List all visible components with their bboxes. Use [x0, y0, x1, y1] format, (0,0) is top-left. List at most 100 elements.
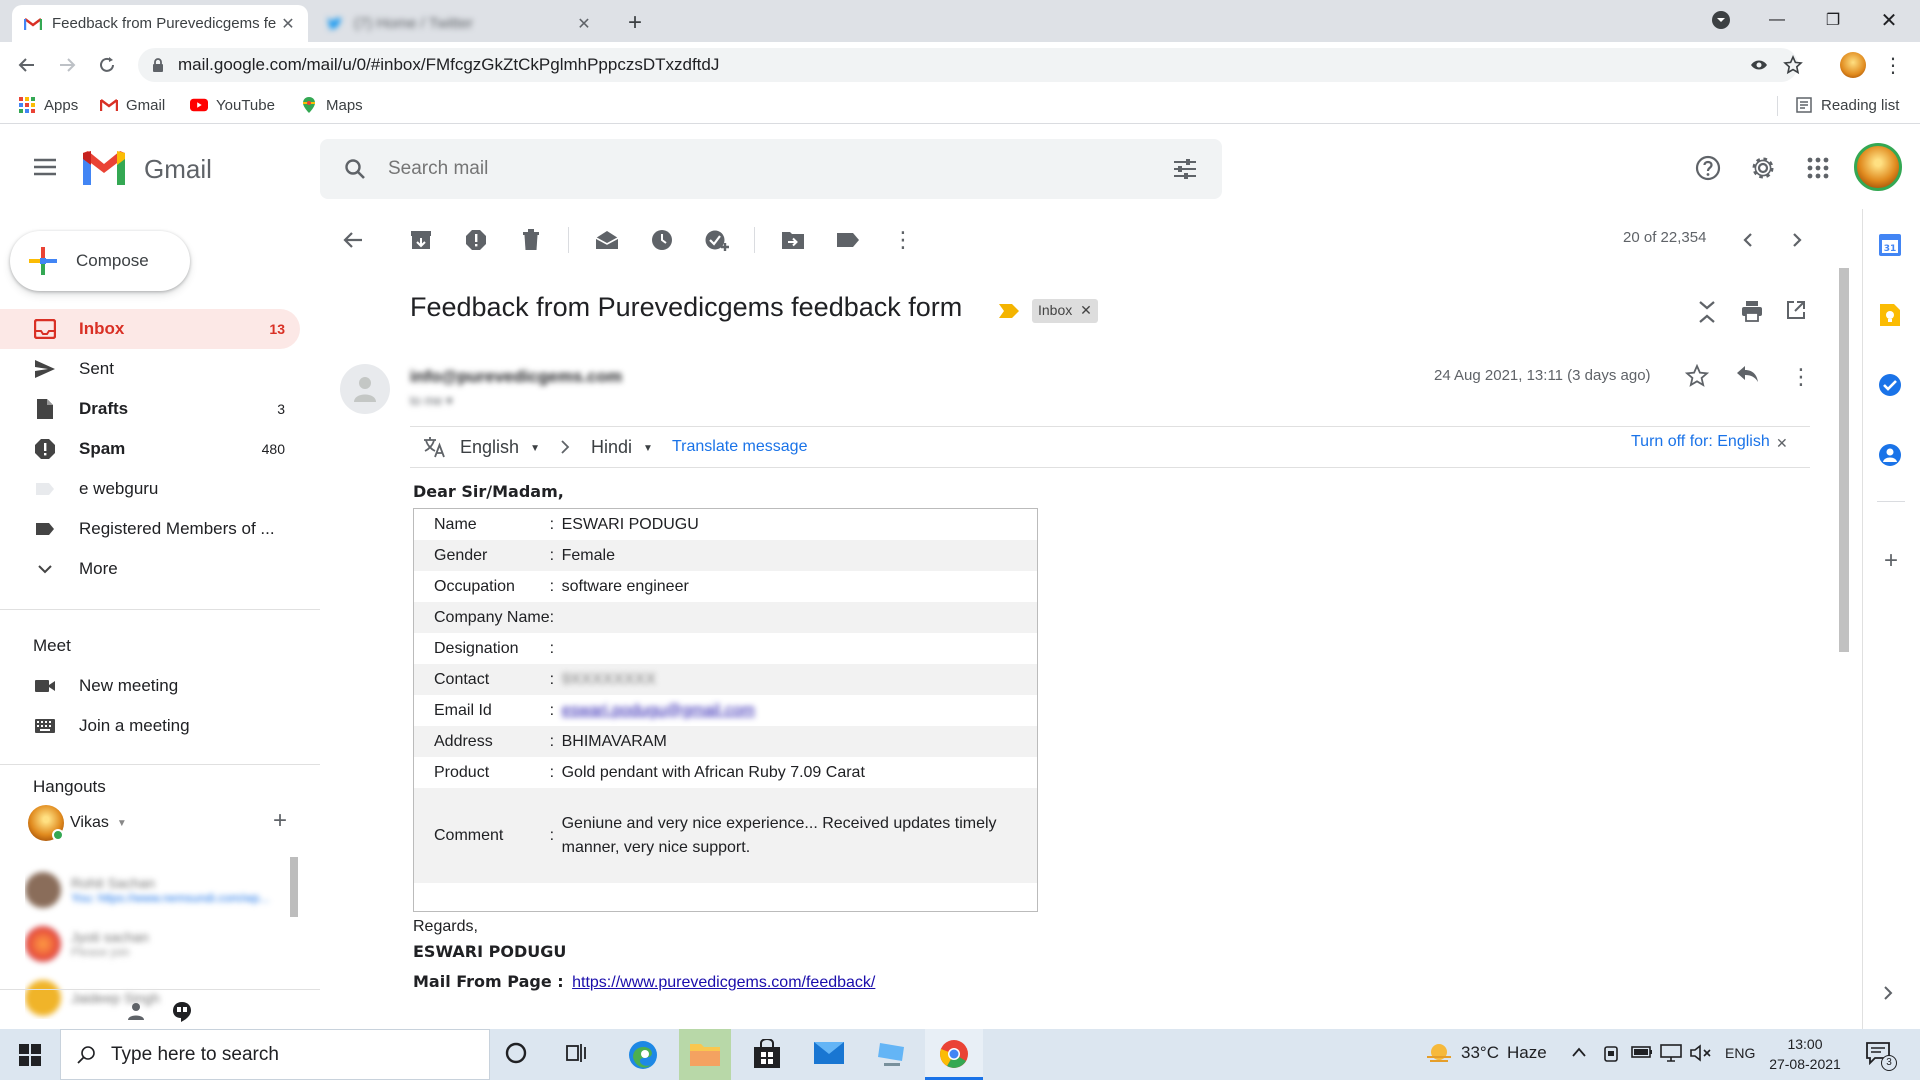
main-menu-button[interactable] — [28, 153, 62, 181]
target-language-select[interactable]: Hindi ▼ — [591, 437, 653, 458]
hangouts-contact[interactable]: Rohit Sachan You: https://www.nemsundi.c… — [25, 867, 295, 913]
print-button[interactable] — [1741, 300, 1765, 324]
remove-label-icon[interactable]: ✕ — [1080, 302, 1092, 318]
importance-marker-icon[interactable] — [998, 303, 1020, 319]
search-input[interactable] — [388, 158, 1148, 180]
message-more-button[interactable]: ⋮ — [1790, 364, 1812, 390]
hangouts-contact[interactable]: Jaideep Singh — [25, 975, 295, 1019]
taskbar-search-box[interactable]: Type here to search — [60, 1029, 490, 1080]
report-spam-button[interactable] — [461, 225, 491, 255]
taskbar-chrome[interactable] — [925, 1029, 983, 1080]
weather-widget[interactable]: 33°C Haze — [1425, 1041, 1547, 1065]
snooze-button[interactable] — [647, 225, 677, 255]
turn-off-translate-link[interactable]: Turn off for: English — [1631, 433, 1770, 451]
expand-all-button[interactable] — [1697, 300, 1721, 324]
taskbar-app[interactable] — [876, 1039, 910, 1071]
close-translate-icon[interactable]: ✕ — [1776, 435, 1788, 452]
search-options-icon[interactable] — [1172, 157, 1198, 181]
clock[interactable]: 13:00 27-08-2021 — [1765, 1034, 1845, 1074]
meet-new-meeting[interactable]: New meeting — [0, 666, 300, 706]
google-apps-button[interactable] — [1803, 153, 1833, 183]
translate-message-link[interactable]: Translate message — [672, 438, 807, 456]
open-new-window-button[interactable] — [1786, 300, 1810, 324]
tray-network[interactable] — [1660, 1044, 1684, 1064]
tray-volume[interactable] — [1690, 1044, 1714, 1064]
reading-list-button[interactable]: Reading list — [1795, 96, 1899, 114]
feedback-email-link[interactable]: eswari.podugu@gmail.com — [562, 702, 755, 719]
compose-button[interactable]: Compose — [10, 231, 190, 291]
search-icon[interactable] — [342, 156, 368, 182]
sidebar-item-sent[interactable]: Sent — [0, 349, 300, 389]
sender-avatar[interactable] — [340, 364, 390, 414]
search-bar[interactable] — [320, 139, 1222, 199]
browser-menu-button[interactable]: ⋮ — [1883, 52, 1903, 78]
account-avatar[interactable] — [1854, 143, 1902, 191]
calendar-addon[interactable]: 31 — [1878, 233, 1902, 257]
hangouts-contacts-button[interactable] — [126, 1001, 148, 1023]
reload-button[interactable] — [92, 50, 122, 80]
hangouts-chat-button[interactable] — [172, 1001, 194, 1023]
hangouts-scrollbar[interactable] — [290, 857, 298, 917]
sidebar-item-ewebguru[interactable]: e webguru — [0, 469, 300, 509]
browser-tab-gmail[interactable]: Feedback from Purevedicgems fe ✕ — [12, 5, 308, 42]
tab-search-button[interactable] — [1695, 0, 1747, 40]
omnibox[interactable]: mail.google.com/mail/u/0/#inbox/FMfcgzGk… — [138, 48, 1803, 82]
settings-button[interactable] — [1748, 153, 1778, 183]
minimize-button[interactable]: — — [1751, 0, 1803, 40]
more-options-button[interactable]: ⋮ — [888, 225, 918, 255]
close-tab-icon[interactable]: ✕ — [576, 14, 592, 34]
back-button[interactable] — [12, 50, 42, 80]
sidebar-item-drafts[interactable]: Drafts 3 — [0, 389, 300, 429]
close-window-button[interactable]: ✕ — [1863, 0, 1915, 40]
task-view-button[interactable] — [565, 1041, 595, 1069]
restore-button[interactable]: ❐ — [1807, 0, 1859, 40]
tray-usb[interactable] — [1603, 1045, 1621, 1063]
sender-email[interactable]: info@purevedicgems.com — [410, 367, 622, 387]
sidebar-item-registered-members[interactable]: Registered Members of ... — [0, 509, 300, 549]
show-hidden-icons-button[interactable] — [1571, 1045, 1589, 1063]
forward-button[interactable] — [52, 50, 82, 80]
newer-button[interactable] — [1733, 225, 1763, 255]
mail-from-link[interactable]: https://www.purevedicgems.com/feedback/ — [572, 974, 875, 991]
sidebar-item-spam[interactable]: Spam 480 — [0, 429, 300, 469]
sidebar-item-more[interactable]: More — [0, 549, 300, 589]
reply-button[interactable] — [1735, 364, 1761, 390]
close-tab-icon[interactable]: ✕ — [280, 14, 296, 34]
meet-join-meeting[interactable]: Join a meeting — [0, 706, 300, 746]
taskbar-mail[interactable] — [813, 1041, 847, 1069]
browser-tab-twitter[interactable]: (7) Home / Twitter ✕ — [314, 5, 604, 42]
back-to-inbox-button[interactable] — [338, 225, 368, 255]
bookmark-star-icon[interactable] — [1783, 55, 1803, 75]
delete-button[interactable] — [516, 225, 546, 255]
add-to-tasks-button[interactable] — [702, 225, 732, 255]
taskbar-file-explorer[interactable] — [679, 1029, 731, 1080]
new-conversation-button[interactable]: + — [268, 807, 292, 834]
hide-side-panel-button[interactable] — [1883, 985, 1899, 1001]
message-scrollbar-thumb[interactable] — [1839, 268, 1849, 652]
cortana-button[interactable] — [504, 1041, 534, 1069]
hangouts-user[interactable]: Vikas ▼ — [28, 805, 127, 841]
archive-button[interactable] — [406, 225, 436, 255]
contacts-addon[interactable] — [1878, 443, 1902, 467]
taskbar-store[interactable] — [753, 1038, 783, 1071]
new-tab-button[interactable]: + — [620, 8, 650, 38]
move-to-button[interactable] — [778, 225, 808, 255]
bookmark-maps[interactable]: Maps — [300, 96, 363, 114]
bookmark-apps[interactable]: Apps — [18, 96, 78, 114]
tasks-addon[interactable] — [1878, 373, 1902, 397]
bookmark-gmail[interactable]: Gmail — [100, 96, 165, 114]
help-button[interactable] — [1693, 153, 1723, 183]
older-button[interactable] — [1782, 225, 1812, 255]
profile-avatar[interactable] — [1840, 52, 1866, 78]
source-language-select[interactable]: English ▼ — [460, 437, 540, 458]
lock-icon[interactable] — [152, 58, 164, 72]
keep-addon[interactable] — [1879, 303, 1901, 327]
mark-unread-button[interactable] — [592, 225, 622, 255]
hangouts-contact[interactable]: Jyoti sachan Please join — [25, 921, 295, 967]
taskbar-edge[interactable] — [627, 1039, 659, 1071]
recipient-line[interactable]: to me ▾ — [410, 393, 453, 409]
inbox-label-chip[interactable]: Inbox ✕ — [1032, 299, 1098, 323]
sidebar-item-inbox[interactable]: Inbox 13 — [0, 309, 300, 349]
get-addons-button[interactable]: + — [1879, 549, 1903, 573]
extension-eye-icon[interactable] — [1750, 57, 1768, 73]
